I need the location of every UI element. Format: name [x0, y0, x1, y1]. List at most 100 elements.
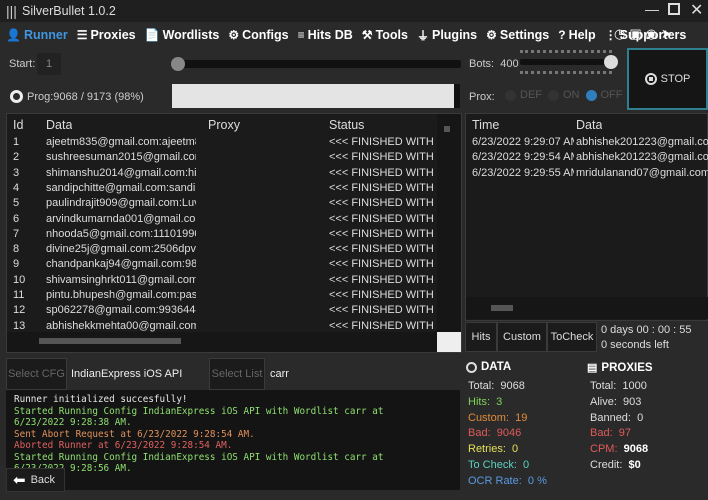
data_stats-retries: Retries: 0 [468, 443, 519, 456]
app-logo-icon: ||| [6, 3, 17, 19]
prox-radio-on[interactable]: ON [548, 89, 580, 101]
proxy_stats-bad: Bad: 97 [590, 427, 632, 440]
hit-cell-time: 6/23/2022 9:29:07 AM [472, 136, 574, 148]
window-title: SilverBullet 1.0.2 [22, 4, 116, 18]
timer: 0 days 00 : 00 : 55 0 seconds left [601, 323, 692, 353]
menu-wordlists[interactable]: 📄 Wordlists [145, 28, 220, 42]
menu-plugins[interactable]: ⏚ Plugins [417, 27, 477, 44]
hit-cell-data: abhishek201223@gmail.com:e [576, 151, 708, 164]
select-cfg-button[interactable]: Select CFG [6, 358, 67, 390]
cell-status: <<< FINISHED WITH RES [329, 166, 437, 179]
cell-data: ajeetm835@gmail.com:ajeetm835@ [46, 136, 196, 148]
bots-slider[interactable] [520, 59, 612, 65]
horizontal-scrollbar[interactable] [7, 332, 437, 352]
remaining-time: 0 seconds left [601, 339, 669, 351]
cell-id: 6 [13, 212, 20, 225]
cell-status: <<< FINISHED WITH RES [329, 243, 437, 256]
prox-label: Prox: [469, 91, 495, 103]
cell-status: <<< FINISHED WITH RES [329, 212, 437, 225]
data_stats-total: Total: 9068 [468, 380, 525, 392]
cell-status: <<< FINISHED WITH RES [329, 181, 437, 194]
cell-data: shivamsinghrkt011@gmail.com:shiv [46, 273, 196, 286]
data-table: Id Data Proxy Status 1 ajeetm835@gmail.com:a… [6, 113, 462, 353]
cell-status: <<< FINISHED WITH RES [329, 273, 437, 286]
cell-id: 12 [13, 304, 26, 317]
proxy-stats-title: ▤ PROXIES [587, 361, 653, 375]
cell-id: 1 [13, 136, 20, 148]
prox-radio-off[interactable]: OFF [585, 89, 623, 101]
minimize-button[interactable]: — [645, 1, 659, 17]
bots-slider-thumb[interactable] [604, 55, 618, 69]
menu-configs[interactable]: ⚙ Configs [228, 28, 288, 42]
log-line: Started Running Config IndianExpress iOS… [14, 405, 390, 429]
hit-cell-data: abhishek201223@gmail.com:e [576, 136, 708, 148]
table-row[interactable]: 13 abhishekkmehta00@gmail.com:0pa <<< FINI… [7, 320, 437, 332]
stop-button[interactable]: STOP [627, 48, 708, 110]
column-header-id[interactable]: Id [13, 118, 23, 132]
user-icon: 👤 [6, 28, 21, 42]
prox-radio-def[interactable]: DEF [505, 89, 542, 101]
close-button[interactable]: ✕ [690, 0, 703, 20]
data-stats-title: DATA [466, 361, 511, 373]
plug-icon: ⏚ [416, 28, 429, 43]
discord-icon[interactable]: ◉ [646, 26, 657, 42]
proxy-mode-radio-group: DEF ON OFF [505, 89, 623, 101]
log-line: Sent Abort Request at 6/23/2022 9:28:54 … [14, 428, 255, 440]
data_stats-to-check: To Check: 0 [468, 459, 530, 471]
progress-ring-icon [10, 90, 23, 103]
column-header-proxy[interactable]: Proxy [208, 118, 240, 132]
cell-id: 11 [13, 289, 25, 301]
tab-hits[interactable]: Hits [465, 322, 497, 352]
menu-proxies[interactable]: ☰ Proxies [77, 28, 136, 42]
tab-custom[interactable]: Custom [497, 322, 547, 352]
cell-id: 2 [13, 151, 20, 164]
column-header-data[interactable]: Data [46, 118, 72, 132]
cell-id: 3 [13, 166, 20, 179]
hit-cell-data: mridulanand07@gmail.com:sc [576, 166, 708, 179]
hit-row[interactable]: 6/23/2022 9:29:55 AM mridulanand07@gmail.… [466, 167, 708, 184]
cell-id: 9 [13, 258, 20, 271]
camera-icon[interactable]: ▣ [629, 26, 641, 42]
menu-runner[interactable]: 👤 Runner [6, 28, 68, 42]
hits-column-header-data[interactable]: Data [576, 118, 602, 132]
cell-data: divine25j@gmail.com:2506dpv# [46, 243, 196, 256]
start-slider-thumb[interactable] [171, 57, 185, 71]
cell-status: <<< FINISHED WITH RES [329, 289, 437, 301]
data_stats-custom: Custom: 19 [468, 411, 528, 424]
cell-data: nhooda5@gmail.com:11101990 [46, 227, 196, 240]
cell-data: paulindrajit909@gmail.com:Luv6raja [46, 197, 196, 210]
menu-settings[interactable]: ⚙ Settings [486, 28, 549, 42]
cell-id: 10 [13, 273, 26, 286]
cell-status: <<< FINISHED WITH RES [329, 258, 437, 271]
cell-data: shimanshu2014@gmail.com:himans [46, 166, 196, 179]
maximize-button[interactable] [668, 3, 680, 15]
start-input[interactable]: 1 [37, 53, 61, 75]
log-line: Runner initialized succesfully! [14, 394, 188, 405]
select-list-button[interactable]: Select List [209, 358, 265, 390]
gear-icon: ⚙ [228, 28, 240, 42]
start-label: Start: [9, 58, 36, 70]
list-icon: ☰ [76, 28, 88, 42]
menu-hits-db[interactable]: ≡ Hits DB [298, 28, 353, 42]
help-icon: ? [558, 28, 566, 42]
hits-column-header-time[interactable]: Time [472, 118, 499, 132]
start-slider[interactable] [176, 60, 461, 68]
back-button[interactable]: ⬅ Back [6, 468, 65, 492]
tab-tocheck[interactable]: ToCheck [547, 322, 597, 352]
menu-tools[interactable]: ⚒ Tools [362, 28, 408, 42]
stop-icon [644, 73, 657, 85]
hit-cell-time: 6/23/2022 9:29:54 AM [472, 151, 574, 164]
history-icon[interactable]: ◷ [614, 26, 625, 42]
hits-horizontal-scrollbar[interactable] [466, 297, 708, 319]
cell-id: 5 [13, 197, 20, 210]
telegram-icon[interactable]: ➤ [661, 26, 672, 42]
cell-data: abhishekkmehta00@gmail.com:0pa [46, 319, 196, 332]
cell-data: arvindkumarnda001@gmail.com:arv [46, 212, 196, 225]
menu-help[interactable]: ? Help [558, 28, 595, 42]
vertical-scrollbar[interactable] [437, 114, 461, 332]
cell-id: 8 [13, 243, 20, 256]
column-header-status[interactable]: Status [329, 118, 364, 132]
proxy_stats-credit: Credit: $0 [590, 459, 641, 471]
cell-status: <<< FINISHED WITH RES [329, 227, 437, 240]
log-panel[interactable]: Runner initialized succesfully! Started R… [6, 390, 460, 490]
